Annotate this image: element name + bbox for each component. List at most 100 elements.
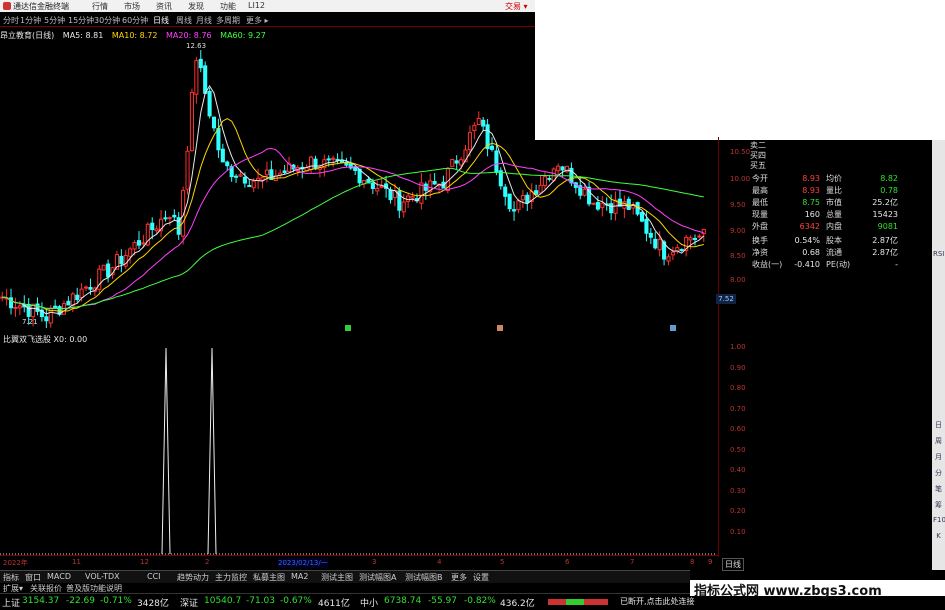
- candle-body: [53, 305, 58, 309]
- candle-body: [83, 286, 89, 289]
- candle-body: [348, 163, 353, 169]
- sidebar-day[interactable]: 日: [933, 420, 944, 430]
- sidebar-k[interactable]: K: [933, 532, 944, 540]
- sidebar-chip[interactable]: 筹: [933, 500, 944, 510]
- sidebar-minute[interactable]: 分: [933, 468, 944, 478]
- right-sidebar: 日 周 月 分 笔 筹 F10 K RSI: [932, 140, 945, 570]
- candle-body: [476, 117, 481, 125]
- title-bar: 通达信金融终端 行情 市场 资讯 发现 功能 LI12 交易 ▾: [0, 0, 535, 12]
- quote-value: 8.93: [802, 186, 820, 195]
- menu-li12[interactable]: LI12: [248, 1, 265, 10]
- indicator-tab[interactable]: 更多: [451, 572, 467, 583]
- indicator-ytick: 0.20: [730, 507, 746, 515]
- indicator-tab[interactable]: 测试幅图A: [359, 572, 396, 583]
- indicator-tab[interactable]: 测试幅图B: [405, 572, 443, 583]
- candle-body: [313, 158, 318, 170]
- candle-body: [639, 212, 645, 222]
- candle-body: [207, 90, 212, 117]
- candle-body: [8, 297, 14, 309]
- ma5-label: MA5: 8.81: [62, 31, 104, 40]
- candle-body: [582, 188, 587, 196]
- candle-body: [26, 303, 31, 317]
- quote-key: 换手: [752, 236, 768, 245]
- trade-button[interactable]: 交易 ▾: [505, 1, 528, 12]
- sh-name: 上证: [2, 599, 21, 609]
- xtick-9: 9: [708, 558, 713, 566]
- candle-body: [44, 316, 49, 322]
- cursor-date-label: 2023/02/13/一: [278, 558, 328, 568]
- period-15min[interactable]: 15分钟: [68, 15, 94, 26]
- sidebar-month[interactable]: 月: [933, 452, 944, 462]
- zx-name: 中小: [360, 599, 379, 609]
- candle-body: [225, 161, 230, 167]
- sidebar-stroke[interactable]: 笔: [933, 484, 944, 494]
- candle-body: [167, 217, 172, 220]
- zx-value: 6738.74: [384, 596, 422, 606]
- candle-body: [70, 293, 75, 306]
- candle-body: [516, 200, 521, 211]
- indicator-tab[interactable]: MACD: [47, 572, 71, 581]
- period-30min[interactable]: 30分钟: [94, 15, 120, 26]
- menu-quotes[interactable]: 行情: [92, 1, 108, 12]
- period-5min[interactable]: 5分钟: [44, 15, 65, 26]
- indicator-chart[interactable]: [0, 344, 718, 556]
- quote-value: -0.410: [794, 260, 820, 269]
- quote-value-2: 0.78: [880, 186, 898, 195]
- sh-percent: -0.71%: [100, 596, 132, 606]
- quote-key-2: 市值: [826, 198, 842, 207]
- sh-change: -22.69: [66, 596, 96, 606]
- sidebar-rsi[interactable]: RSI: [933, 250, 944, 258]
- indicator-tab[interactable]: 私募主图: [253, 572, 285, 583]
- xtick-2022: 2022年: [3, 559, 28, 567]
- period-more[interactable]: 更多 ▸: [246, 15, 269, 26]
- indicator-tab[interactable]: 测试主图: [321, 572, 353, 583]
- period-daily[interactable]: 日线: [153, 15, 169, 26]
- indicator-tab[interactable]: MA2: [291, 572, 308, 581]
- quote-key: 最高: [752, 186, 768, 195]
- quote-key-2: 均价: [826, 174, 842, 183]
- indicator-ytick: 0.40: [730, 466, 746, 474]
- xtick-8: 8: [690, 558, 695, 566]
- indicator-tab[interactable]: 设置: [473, 572, 489, 583]
- marker-orange-icon: [497, 325, 503, 331]
- candle-body: [238, 174, 243, 177]
- sidebar-f10[interactable]: F10: [933, 516, 945, 524]
- connection-hint[interactable]: 已断开,点击此处连接: [620, 596, 695, 607]
- zx-percent: -0.82%: [464, 596, 496, 606]
- app-title: 通达信金融终端: [13, 2, 69, 11]
- low-annotation: 7.21: [22, 318, 38, 326]
- sz-percent: -0.67%: [280, 596, 312, 606]
- sidebar-week[interactable]: 周: [933, 436, 944, 446]
- daily-button[interactable]: 日线: [722, 558, 744, 571]
- candle-body: [35, 303, 40, 312]
- indicator-tab[interactable]: 指标: [3, 572, 19, 583]
- indicator-tab[interactable]: 趋势动力: [177, 572, 209, 583]
- menu-market[interactable]: 市场: [124, 1, 140, 12]
- period-60min[interactable]: 60分钟: [122, 15, 148, 26]
- quote-row: 最高 8.93 量比 0.78: [752, 185, 898, 196]
- xtick-11: 11: [72, 558, 81, 566]
- xtick-7: 7: [630, 558, 635, 566]
- period-multi[interactable]: 多周期: [216, 15, 240, 26]
- ytick-1050: 10.50: [730, 148, 751, 156]
- indicator-tab[interactable]: 窗口: [25, 572, 41, 583]
- indicator-tab[interactable]: VOL-TDX: [85, 572, 120, 581]
- quote-row: 最低 8.75 市值 25.2亿: [752, 197, 898, 208]
- indicator-ytick: 0.60: [730, 425, 746, 433]
- indicator-tab[interactable]: CCI: [147, 572, 161, 581]
- menu-function[interactable]: 功能: [220, 1, 236, 12]
- menu-discover[interactable]: 发现: [188, 1, 204, 12]
- indicator-tab[interactable]: 主力监控: [215, 572, 247, 583]
- period-1min[interactable]: 1分钟: [20, 15, 41, 26]
- candlestick-chart[interactable]: 12.63 7.21: [0, 42, 716, 332]
- period-monthly[interactable]: 月线: [196, 15, 212, 26]
- candle-body: [494, 150, 499, 173]
- candle-body: [454, 160, 459, 164]
- menu-news[interactable]: 资讯: [156, 1, 172, 12]
- quote-row: 外盘 6342 内盘 9081: [752, 221, 898, 232]
- ytick-800: 8.00: [730, 276, 746, 284]
- quote-key: 净资: [752, 248, 768, 257]
- period-timeshare[interactable]: 分时: [3, 15, 19, 26]
- high-annotation: 12.63: [186, 42, 206, 50]
- period-weekly[interactable]: 周线: [176, 15, 192, 26]
